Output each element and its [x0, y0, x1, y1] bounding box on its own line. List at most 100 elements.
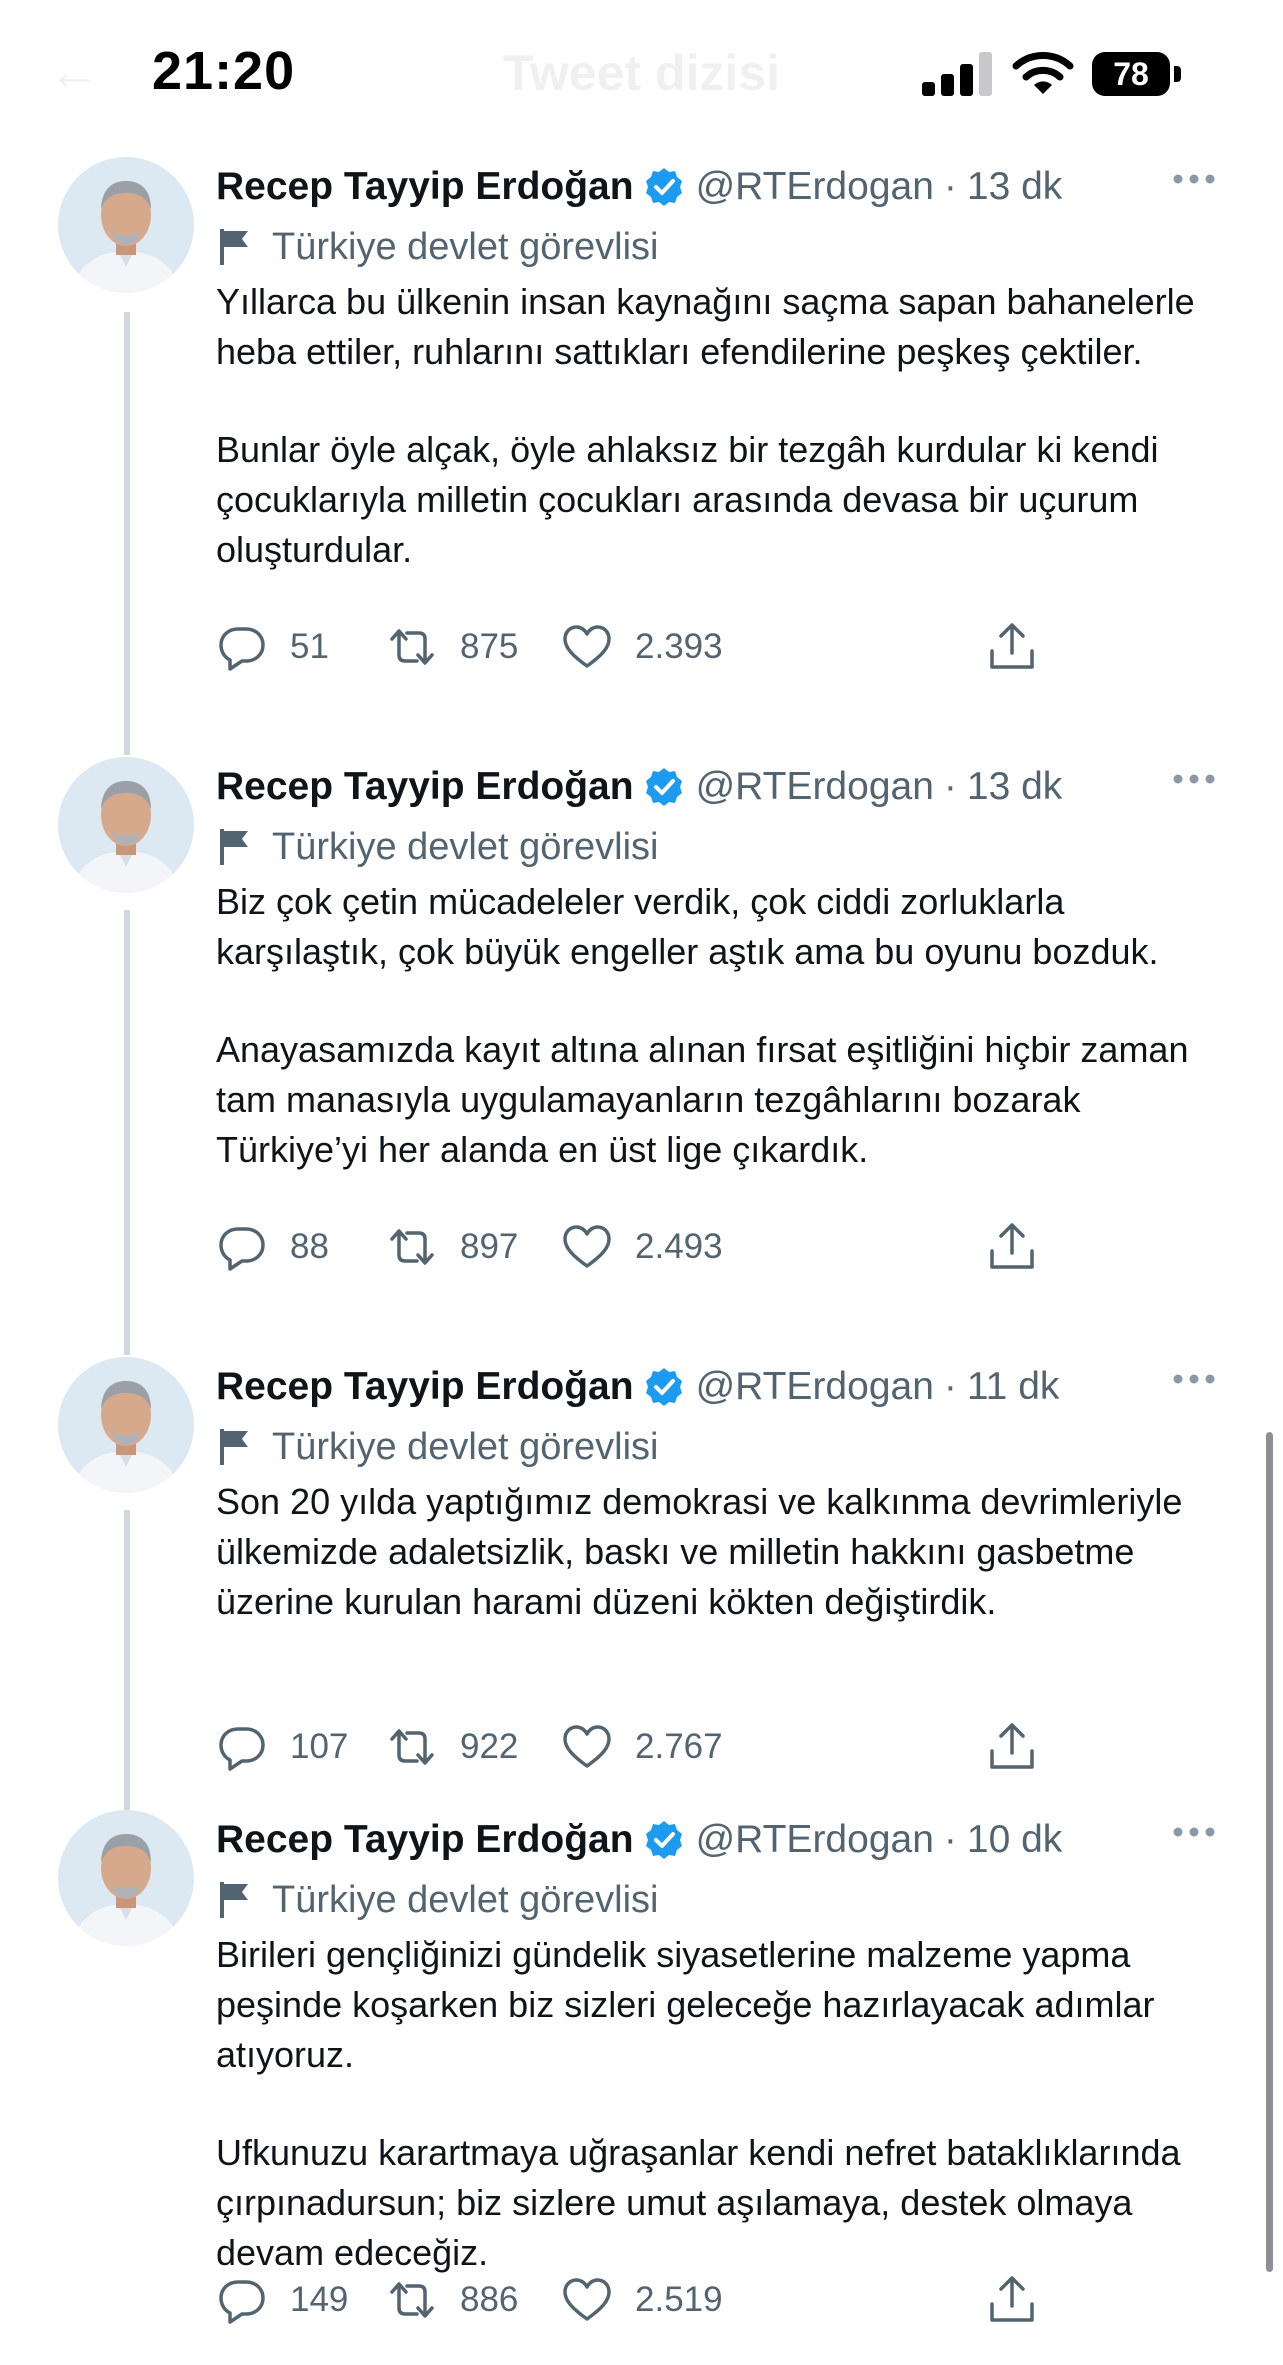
account-label-text: Türkiye devlet görevlisi: [272, 1878, 659, 1921]
account-label[interactable]: Türkiye devlet görevlisi: [216, 217, 658, 277]
tweet-text: Biz çok çetin mücadeleler verdik, çok ci…: [216, 877, 1226, 1175]
retweet-icon: [390, 1229, 434, 1265]
more-dots-icon[interactable]: [1170, 1369, 1218, 1389]
tweet-paragraph: Anayasamızda kayıt altına alınan fırsat …: [216, 1029, 1189, 1170]
tweet-paragraph: Biz çok çetin mücadeleler verdik, çok ci…: [216, 881, 1159, 972]
reply-count: 149: [290, 2280, 349, 2319]
tweet-paragraph: Ufkunuzu karartmaya uğraşanlar kendi nef…: [216, 2132, 1181, 2273]
verified-badge-icon: [645, 168, 682, 206]
tweet-text: Yıllarca bu ülkenin insan kaynağını saçm…: [216, 277, 1226, 575]
account-label[interactable]: Türkiye devlet görevlisi: [216, 1417, 658, 1477]
comment-icon: [219, 2280, 265, 2324]
avatar[interactable]: [58, 757, 194, 893]
retweet-button[interactable]: 875: [386, 617, 518, 677]
flag-icon: [220, 1429, 248, 1465]
separator: ·: [943, 165, 957, 208]
tweet-actions: 107 922 2.767: [216, 1717, 1056, 1777]
more-dots-icon[interactable]: [1170, 769, 1218, 789]
author-handle[interactable]: @RTErdogan: [696, 1818, 934, 1862]
tweet[interactable]: Recep Tayyip Erdoğan @RTErdogan · 13 dk …: [0, 757, 1283, 1317]
tweet-time[interactable]: 11 dk: [967, 1365, 1060, 1409]
avatar[interactable]: [58, 1810, 194, 1946]
like-count: 2.519: [635, 2280, 723, 2319]
tweet-text: Son 20 yılda yaptığımız demokrasi ve kal…: [216, 1477, 1226, 1627]
author-name[interactable]: Recep Tayyip Erdoğan: [216, 1365, 634, 1409]
tweet-paragraph: Birileri gençliğinizi gündelik siyasetle…: [216, 1934, 1155, 2075]
heart-icon: [563, 1225, 611, 1268]
tweet-header: Recep Tayyip Erdoğan @RTErdogan · 13 dk: [216, 157, 1062, 217]
flag-icon: [220, 229, 248, 265]
reply-button[interactable]: 149: [216, 2270, 348, 2330]
tweet-time[interactable]: 10 dk: [967, 1818, 1062, 1862]
heart-icon: [563, 625, 611, 668]
tweet-header: Recep Tayyip Erdoğan @RTErdogan · 10 dk: [216, 1810, 1062, 1870]
status-bar: ← Tweet dizisi 21:20 78: [0, 0, 1283, 140]
share-button[interactable]: [986, 617, 1038, 677]
tweet-actions: 88 897 2.493: [216, 1217, 1056, 1277]
tweet-time[interactable]: 13 dk: [967, 165, 1062, 209]
tweet[interactable]: Recep Tayyip Erdoğan @RTErdogan · 10 dk …: [0, 1810, 1283, 2365]
share-button[interactable]: [986, 1217, 1038, 1277]
share-icon: [990, 623, 1034, 669]
like-count: 2.393: [635, 627, 723, 666]
heart-icon: [563, 2278, 611, 2321]
tweet-actions: 51 875 2.393: [216, 617, 1056, 677]
reply-count: 107: [290, 1727, 349, 1766]
comment-icon: [219, 1727, 265, 1771]
retweet-count: 922: [460, 1727, 519, 1766]
tweet-time[interactable]: 13 dk: [967, 765, 1062, 809]
avatar[interactable]: [58, 1357, 194, 1493]
account-label-text: Türkiye devlet görevlisi: [272, 225, 659, 268]
author-name[interactable]: Recep Tayyip Erdoğan: [216, 765, 634, 809]
verified-badge-icon: [645, 768, 682, 806]
like-button[interactable]: 2.393: [561, 617, 723, 677]
tweet-header: Recep Tayyip Erdoğan @RTErdogan · 13 dk: [216, 757, 1062, 817]
author-handle[interactable]: @RTErdogan: [696, 165, 934, 209]
verified-badge-icon: [645, 1821, 682, 1859]
battery-icon: 78: [1092, 52, 1182, 96]
separator: ·: [943, 1818, 957, 1861]
retweet-button[interactable]: 922: [386, 1717, 518, 1777]
reply-button[interactable]: 51: [216, 617, 329, 677]
tweet-paragraph: Son 20 yılda yaptığımız demokrasi ve kal…: [216, 1481, 1183, 1622]
reply-count: 88: [290, 1227, 329, 1266]
account-label[interactable]: Türkiye devlet görevlisi: [216, 817, 658, 877]
like-count: 2.493: [635, 1227, 723, 1266]
reply-button[interactable]: 88: [216, 1217, 329, 1277]
more-dots-icon[interactable]: [1170, 1822, 1218, 1842]
account-label[interactable]: Türkiye devlet görevlisi: [216, 1870, 658, 1930]
account-label-text: Türkiye devlet görevlisi: [272, 825, 659, 868]
retweet-button[interactable]: 886: [386, 2270, 518, 2330]
reply-button[interactable]: 107: [216, 1717, 348, 1777]
battery-level: 78: [1092, 52, 1170, 96]
author-name[interactable]: Recep Tayyip Erdoğan: [216, 165, 634, 209]
share-icon: [990, 2276, 1034, 2322]
avatar[interactable]: [58, 157, 194, 293]
comment-icon: [219, 627, 265, 671]
author-name[interactable]: Recep Tayyip Erdoğan: [216, 1818, 634, 1862]
retweet-count: 886: [460, 2280, 519, 2319]
more-dots-icon[interactable]: [1170, 169, 1218, 189]
share-icon: [990, 1723, 1034, 1769]
like-button[interactable]: 2.493: [561, 1217, 723, 1277]
like-button[interactable]: 2.519: [561, 2270, 723, 2330]
retweet-button[interactable]: 897: [386, 1217, 518, 1277]
share-icon: [990, 1223, 1034, 1269]
status-time: 21:20: [152, 41, 296, 101]
share-button[interactable]: [986, 2270, 1038, 2330]
tweet-text: Birileri gençliğinizi gündelik siyasetle…: [216, 1930, 1226, 2278]
tweet[interactable]: Recep Tayyip Erdoğan @RTErdogan · 11 dk …: [0, 1357, 1283, 1771]
scrollbar[interactable]: [1266, 1432, 1273, 2272]
separator: ·: [943, 1365, 957, 1408]
author-handle[interactable]: @RTErdogan: [696, 1365, 934, 1409]
share-button[interactable]: [986, 1717, 1038, 1777]
flag-icon: [220, 1882, 248, 1918]
retweet-icon: [390, 2282, 434, 2318]
verified-badge-icon: [645, 1368, 682, 1406]
wifi-icon: [1012, 52, 1074, 94]
tweet[interactable]: Recep Tayyip Erdoğan @RTErdogan · 13 dk …: [0, 157, 1283, 717]
like-button[interactable]: 2.767: [561, 1717, 723, 1777]
separator: ·: [943, 765, 957, 808]
retweet-icon: [390, 1729, 434, 1765]
author-handle[interactable]: @RTErdogan: [696, 765, 934, 809]
